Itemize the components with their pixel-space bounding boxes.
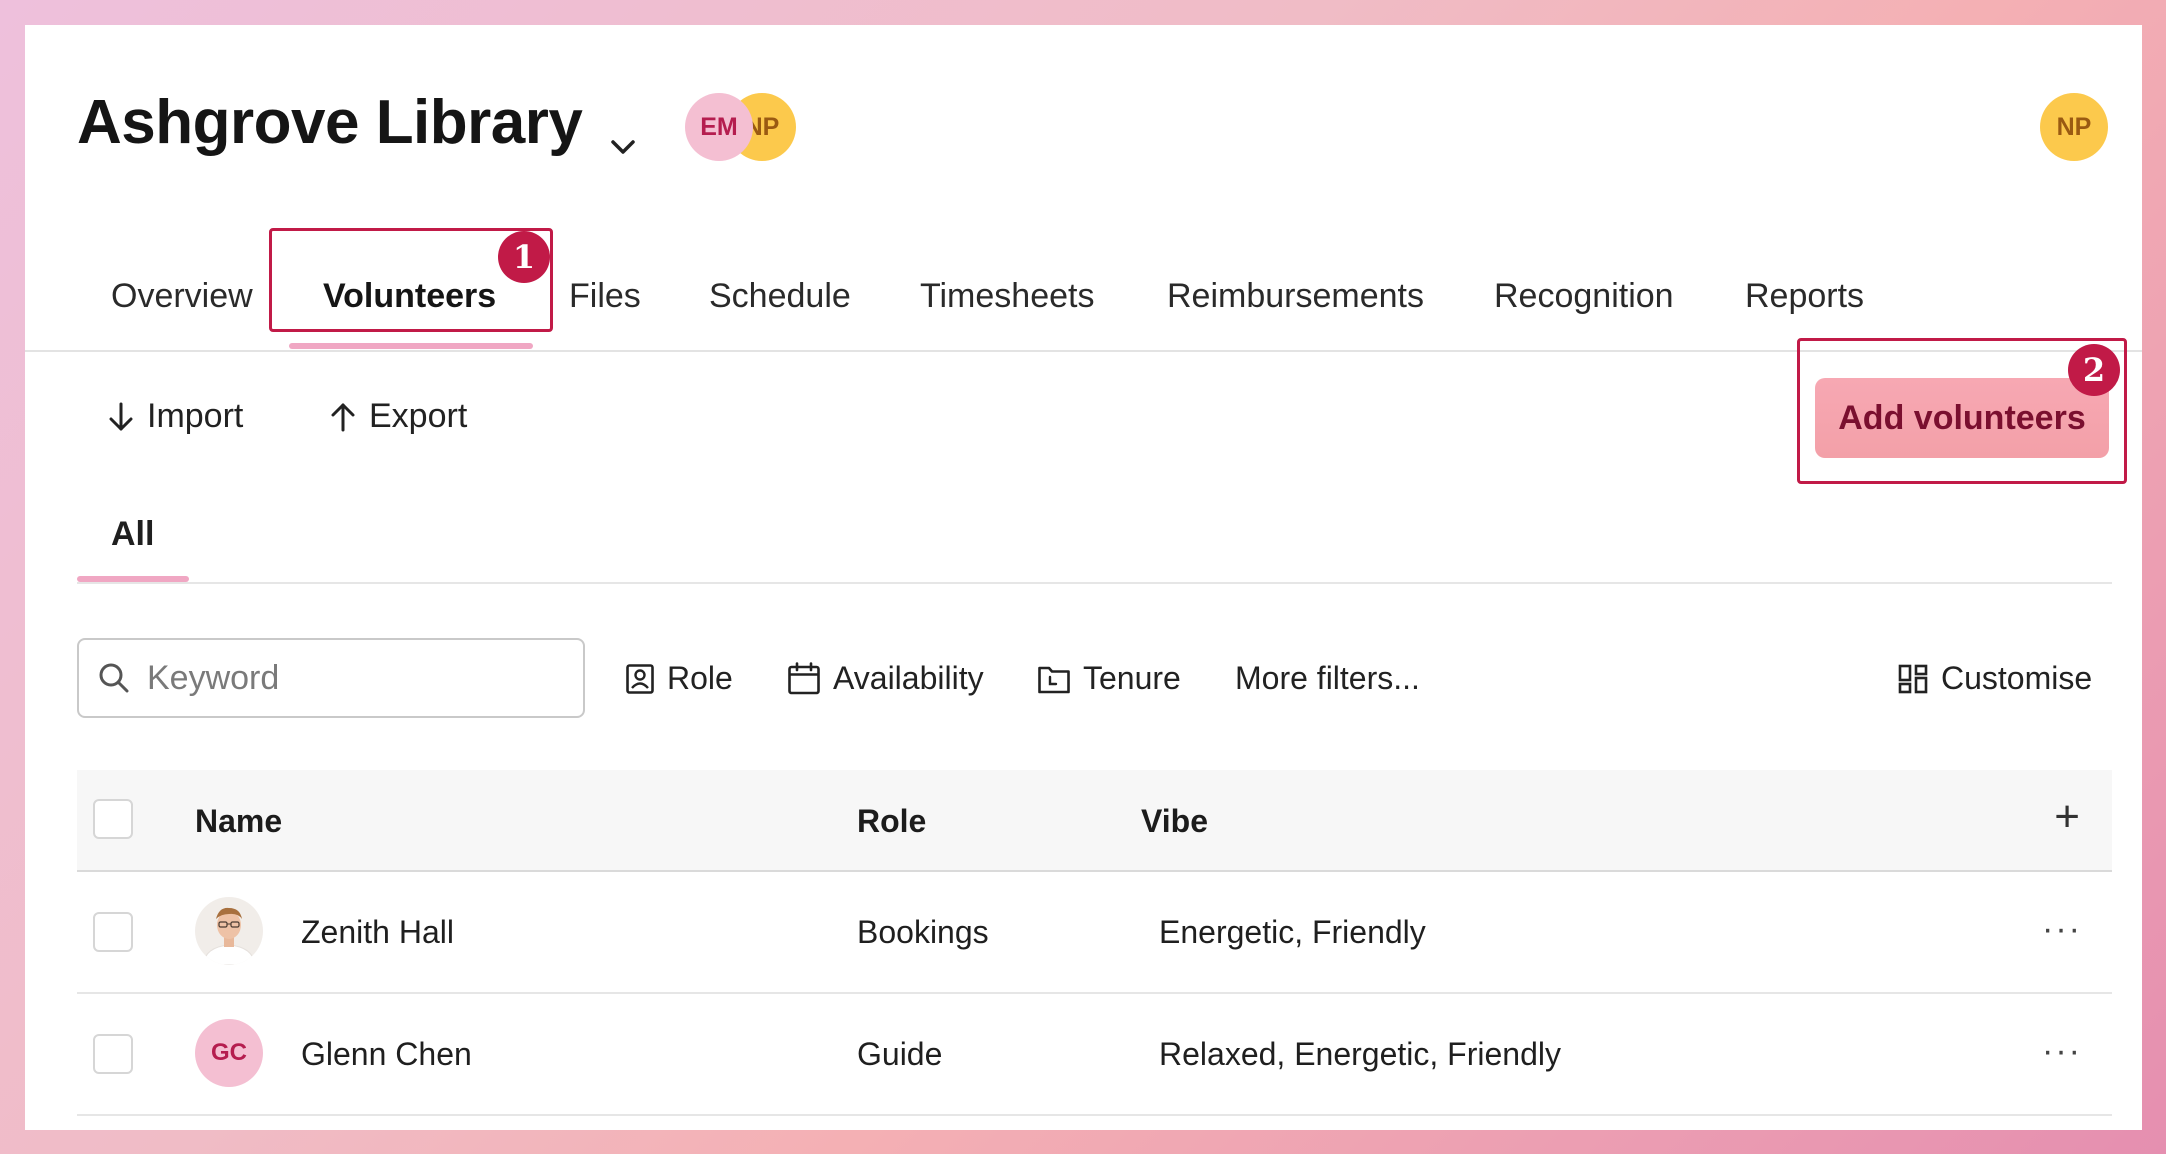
annotation-badge-1: 1 (498, 231, 550, 283)
row-more-actions-icon[interactable]: ··· (2042, 910, 2082, 949)
export-button[interactable]: Export (329, 397, 467, 436)
tab-files[interactable]: Files (569, 277, 641, 316)
row-checkbox[interactable] (93, 1034, 133, 1074)
subtab-active-indicator (77, 576, 189, 582)
tab-timesheets[interactable]: Timesheets (920, 277, 1094, 316)
volunteer-name[interactable]: Glenn Chen (301, 1036, 472, 1073)
avatar: GC (195, 1019, 263, 1087)
export-label: Export (369, 397, 468, 435)
subtab-all[interactable]: All (111, 515, 154, 554)
person-photo-icon (195, 897, 263, 965)
tab-overview[interactable]: Overview (111, 277, 253, 316)
role-filter[interactable]: Role (625, 660, 733, 697)
chevron-down-icon[interactable] (610, 137, 636, 157)
more-filters-button[interactable]: More filters... (1235, 660, 1420, 697)
tab-recognition[interactable]: Recognition (1494, 277, 1674, 316)
select-all-checkbox[interactable] (93, 799, 133, 839)
row-checkbox[interactable] (93, 912, 133, 952)
table-header: Name Role Vibe + (77, 770, 2112, 872)
import-label: Import (147, 397, 244, 435)
workspace-title[interactable]: Ashgrove Library (77, 87, 583, 158)
column-header-role[interactable]: Role (857, 803, 926, 840)
import-button[interactable]: Import (107, 397, 243, 436)
more-filters-label: More filters... (1235, 660, 1420, 696)
active-tab-indicator (289, 343, 533, 349)
add-column-icon[interactable]: + (2054, 792, 2080, 842)
arrow-down-icon (109, 402, 133, 430)
search-box[interactable] (77, 638, 585, 718)
search-input[interactable] (145, 657, 569, 699)
row-more-actions-icon[interactable]: ··· (2042, 1032, 2082, 1071)
volunteer-vibe: Relaxed, Energetic, Friendly (1159, 1036, 1561, 1072)
column-header-vibe[interactable]: Vibe (1141, 803, 1208, 840)
search-icon (99, 663, 129, 693)
arrow-up-icon (331, 403, 355, 431)
add-volunteers-button[interactable]: Add volunteers (1815, 378, 2109, 458)
volunteer-vibe: Energetic, Friendly (1159, 914, 1426, 950)
app-panel: Ashgrove Library EM NP NP Overview Volun… (25, 25, 2142, 1130)
role-filter-label: Role (667, 660, 733, 696)
user-avatar[interactable]: NP (2040, 93, 2108, 161)
availability-filter-label: Availability (833, 660, 984, 696)
layout-grid-icon (1898, 664, 1928, 693)
table-row[interactable]: GC Glenn Chen Guide Relaxed, Energetic, … (77, 994, 2112, 1116)
column-header-name[interactable]: Name (195, 803, 282, 840)
customise-label: Customise (1941, 660, 2093, 696)
tab-reimbursements[interactable]: Reimbursements (1167, 277, 1424, 316)
customise-button[interactable]: Customise (1897, 660, 2092, 697)
id-badge-icon (626, 663, 654, 694)
folder-clock-icon (1038, 666, 1070, 693)
subtabs-divider (77, 582, 2112, 584)
tab-reports[interactable]: Reports (1745, 277, 1864, 316)
annotation-badge-2: 2 (2068, 344, 2120, 396)
calendar-icon (788, 661, 820, 694)
table-row[interactable]: Zenith Hall Bookings Energetic, Friendly… (77, 872, 2112, 994)
tenure-filter-label: Tenure (1083, 660, 1181, 696)
tenure-filter[interactable]: Tenure (1037, 660, 1181, 697)
tab-schedule[interactable]: Schedule (709, 277, 851, 316)
avatar (195, 897, 263, 965)
volunteer-role: Bookings (857, 914, 989, 950)
volunteer-role: Guide (857, 1036, 943, 1072)
availability-filter[interactable]: Availability (787, 660, 984, 697)
member-avatar-em[interactable]: EM (685, 93, 753, 161)
volunteer-name[interactable]: Zenith Hall (301, 914, 454, 951)
